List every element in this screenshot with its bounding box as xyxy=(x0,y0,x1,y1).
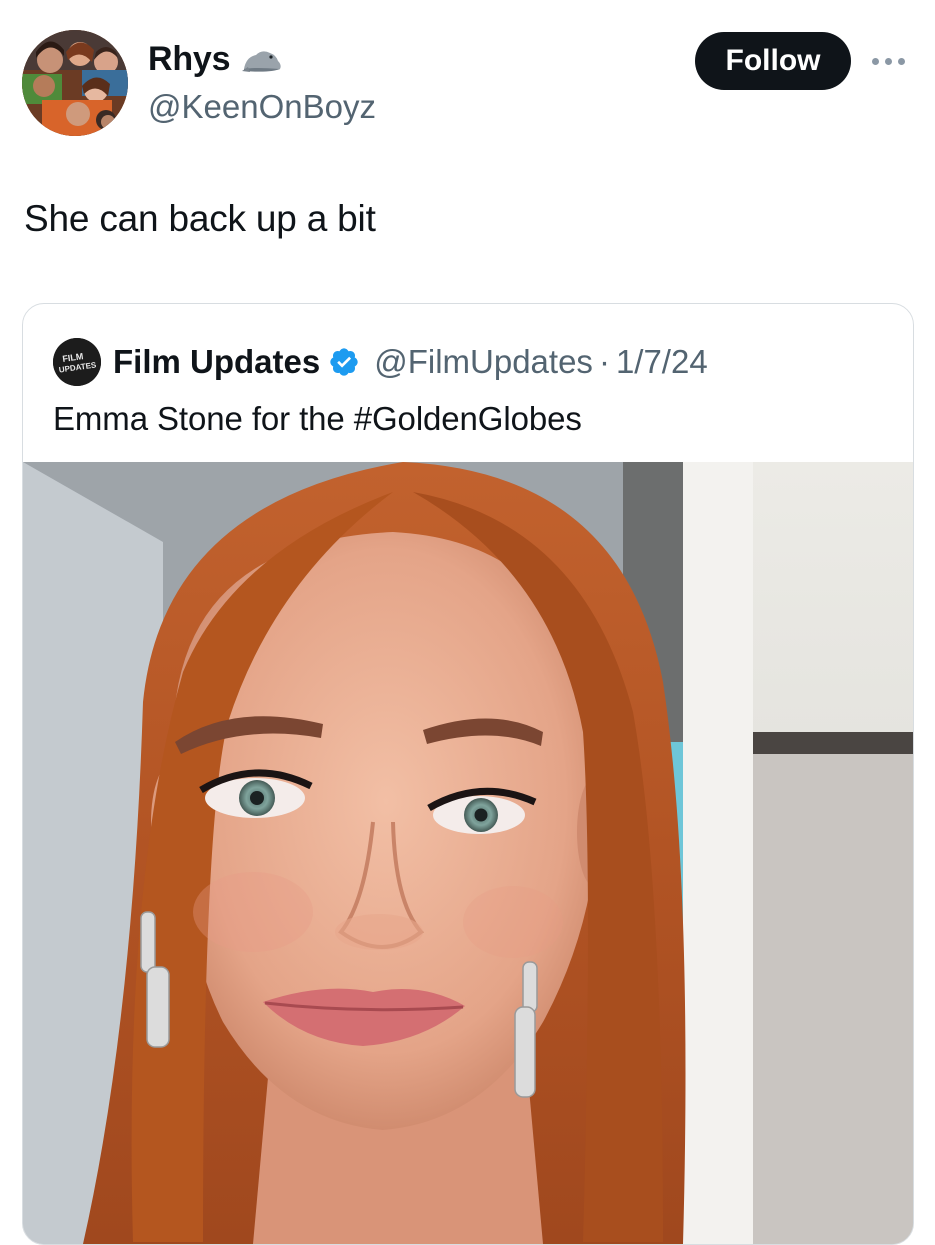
separator-dot: · xyxy=(598,343,610,380)
tweet-text: She can back up a bit xyxy=(24,198,376,239)
quoted-tweet[interactable]: FILM UPDATES Film Updates @FilmUpdates ·… xyxy=(22,303,914,1245)
quoted-tweet-date[interactable]: 1/7/24 xyxy=(616,343,708,381)
more-dot xyxy=(898,57,905,65)
more-dot xyxy=(885,57,892,65)
follow-button[interactable]: Follow xyxy=(695,32,851,90)
quoted-author-name[interactable]: Film Updates xyxy=(113,343,320,381)
author-avatar[interactable] xyxy=(22,30,128,136)
author-handle[interactable]: @KeenOnBoyz xyxy=(148,88,376,126)
tweet-card: Rhys @KeenOnBoyz Follow She can back up … xyxy=(0,0,935,1245)
quoted-tweet-photo[interactable] xyxy=(23,462,913,1244)
verified-badge-icon xyxy=(328,346,360,378)
more-horizontal-icon[interactable] xyxy=(872,52,912,70)
quoted-tweet-text: Emma Stone for the #GoldenGlobes xyxy=(53,400,582,437)
author-name-row: Rhys xyxy=(148,40,284,79)
more-dot xyxy=(872,57,879,65)
quoted-author-handle[interactable]: @FilmUpdates xyxy=(374,343,593,381)
quoted-author-avatar[interactable]: FILM UPDATES xyxy=(53,338,101,386)
seal-icon xyxy=(240,45,284,75)
author-display-name[interactable]: Rhys xyxy=(148,40,231,79)
quoted-tweet-header: FILM UPDATES Film Updates @FilmUpdates ·… xyxy=(53,338,708,386)
